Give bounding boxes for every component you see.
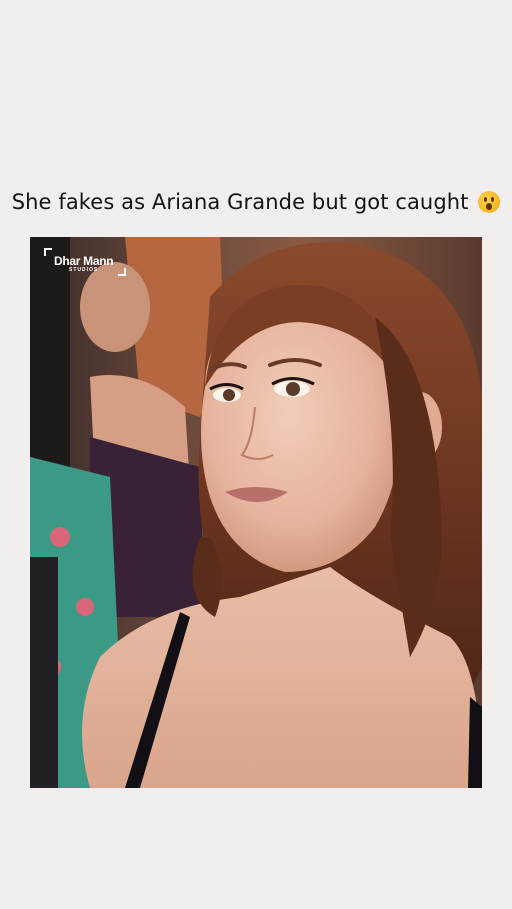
logo-name: Dhar Mann	[54, 254, 114, 268]
logo-subtitle: STUDIOS	[69, 267, 99, 273]
dhar-mann-studios-logo: Dhar Mann STUDIOS	[44, 248, 126, 276]
post-caption: She fakes as Ariana Grande but got caugh…	[0, 190, 512, 214]
post-page: She fakes as Ariana Grande but got caugh…	[0, 0, 512, 909]
surprised-face-emoji-icon	[478, 191, 501, 213]
post-image[interactable]	[30, 237, 482, 788]
caption-text: She fakes as Ariana Grande but got caugh…	[11, 190, 469, 214]
